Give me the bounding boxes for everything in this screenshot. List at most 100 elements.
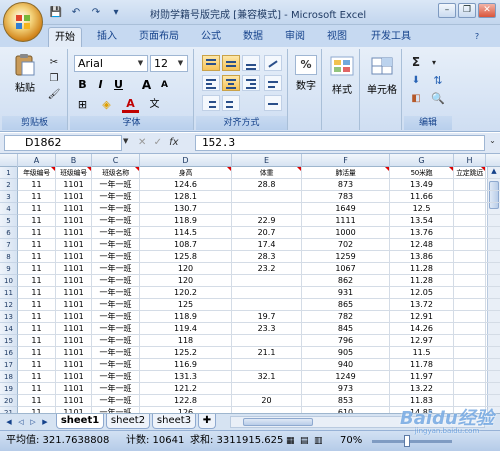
table-cell[interactable]: 940 (302, 359, 390, 371)
table-cell[interactable]: 862 (302, 275, 390, 287)
row-header[interactable]: 1 (0, 167, 18, 179)
align-center-button[interactable] (222, 75, 240, 91)
table-cell[interactable]: 9 (486, 239, 500, 251)
table-cell[interactable]: 13.22 (390, 383, 454, 395)
horizontal-scroll-thumb[interactable] (243, 418, 313, 426)
table-cell[interactable]: 12.91 (390, 311, 454, 323)
row-header[interactable]: 19 (0, 383, 18, 395)
find-select-icon[interactable]: 🔍 (430, 91, 446, 106)
table-cell[interactable]: 114.5 (140, 227, 232, 239)
column-header-C[interactable]: C (92, 154, 140, 167)
table-cell[interactable]: 2.6 (486, 179, 500, 191)
restore-button[interactable]: ❐ (458, 3, 476, 18)
row-header[interactable]: 9 (0, 263, 18, 275)
fill-color-icon[interactable]: ◈ (98, 97, 115, 113)
table-cell[interactable]: 11 (18, 239, 56, 251)
font-size-select[interactable]: 12 ▼ (150, 55, 188, 72)
row-header[interactable]: 4 (0, 203, 18, 215)
table-cell[interactable]: 11 (18, 203, 56, 215)
chevron-down-icon[interactable]: ▼ (123, 137, 128, 145)
zoom-slider[interactable] (372, 440, 452, 443)
table-cell[interactable]: 11 (18, 191, 56, 203)
table-cell[interactable]: 1101 (56, 227, 92, 239)
row-header[interactable]: 20 (0, 395, 18, 407)
table-cell[interactable]: 11.97 (390, 371, 454, 383)
align-bottom-button[interactable] (242, 55, 260, 71)
table-cell[interactable] (454, 323, 486, 335)
table-cell[interactable]: -5.6 (486, 323, 500, 335)
tab-insert[interactable]: 插入 (92, 27, 122, 47)
align-middle-button[interactable] (222, 55, 240, 71)
table-cell[interactable] (232, 299, 302, 311)
table-cell[interactable]: 一年一班 (92, 335, 140, 347)
table-cell[interactable] (454, 275, 486, 287)
table-cell[interactable] (232, 335, 302, 347)
orientation-button[interactable] (264, 55, 282, 71)
table-cell[interactable]: 11.28 (390, 263, 454, 275)
insert-function-icon[interactable]: fx (169, 137, 178, 148)
next-sheet-icon[interactable]: ▷ (28, 416, 38, 428)
table-cell[interactable]: 11 (18, 179, 56, 191)
tab-view[interactable]: 视图 (322, 27, 352, 47)
increase-indent-button[interactable] (222, 95, 240, 111)
page-layout-view-icon[interactable]: ▤ (300, 434, 309, 448)
row-header[interactable]: 18 (0, 371, 18, 383)
table-cell[interactable]: 13.86 (390, 251, 454, 263)
table-cell[interactable]: 120 (140, 275, 232, 287)
table-cell[interactable]: 11.8 (486, 347, 500, 359)
table-cell[interactable]: 4.3 (486, 215, 500, 227)
table-cell[interactable]: 1101 (56, 359, 92, 371)
close-button[interactable]: ✕ (478, 3, 496, 18)
table-cell[interactable]: 1101 (56, 275, 92, 287)
table-cell[interactable]: 11 (18, 335, 56, 347)
cut-icon[interactable]: ✂ (46, 55, 62, 70)
table-cell[interactable]: 1067 (302, 263, 390, 275)
prev-sheet-icon[interactable]: ◁ (16, 416, 26, 428)
table-cell[interactable]: 11.28 (390, 275, 454, 287)
table-cell[interactable] (232, 203, 302, 215)
table-cell[interactable] (454, 239, 486, 251)
font-name-select[interactable]: Arial ▼ (74, 55, 148, 72)
table-cell[interactable]: 120 (140, 263, 232, 275)
row-header[interactable]: 5 (0, 215, 18, 227)
row-header[interactable]: 16 (0, 347, 18, 359)
column-header-G[interactable]: G (390, 154, 454, 167)
table-cell[interactable]: 125.2 (140, 347, 232, 359)
table-cell[interactable]: 21.1 (232, 347, 302, 359)
number-format-button[interactable]: % 数字 (292, 55, 320, 92)
table-cell[interactable]: 28.3 (232, 251, 302, 263)
sheet-tab-sheet2[interactable]: sheet2 (106, 414, 150, 429)
format-painter-icon[interactable]: 🖌 (46, 87, 62, 102)
table-cell[interactable] (232, 287, 302, 299)
table-cell[interactable]: 4.7 (486, 227, 500, 239)
table-cell[interactable]: 11 (18, 395, 56, 407)
table-cell[interactable]: 120.2 (140, 287, 232, 299)
normal-view-icon[interactable]: ▦ (286, 434, 295, 448)
header-cell[interactable]: 肺活量 (302, 167, 390, 179)
table-cell[interactable]: 13.49 (390, 179, 454, 191)
minimize-button[interactable]: – (438, 3, 456, 18)
table-cell[interactable]: 1101 (56, 191, 92, 203)
zoom-level[interactable]: 70% (340, 434, 362, 448)
table-cell[interactable]: 一年一班 (92, 359, 140, 371)
header-cell[interactable]: 50米跑 (390, 167, 454, 179)
table-cell[interactable]: 118 (140, 335, 232, 347)
tab-home[interactable]: 开始 (48, 27, 82, 47)
row-header[interactable]: 13 (0, 311, 18, 323)
align-left-button[interactable] (202, 75, 220, 91)
italic-button[interactable]: I (92, 77, 109, 93)
table-cell[interactable]: 125.8 (140, 251, 232, 263)
table-cell[interactable]: 12 (486, 275, 500, 287)
tab-developer[interactable]: 开发工具 (364, 27, 418, 47)
customize-icon[interactable]: ▾ (108, 5, 124, 20)
table-cell[interactable]: 931 (302, 287, 390, 299)
table-cell[interactable]: 1259 (302, 251, 390, 263)
table-cell[interactable]: 12.48 (390, 239, 454, 251)
table-cell[interactable]: 12.97 (390, 335, 454, 347)
page-break-view-icon[interactable]: ▥ (314, 434, 323, 448)
table-cell[interactable] (454, 383, 486, 395)
table-cell[interactable]: 873 (302, 179, 390, 191)
align-top-button[interactable] (202, 55, 220, 71)
shrink-font-button[interactable]: A (156, 77, 173, 93)
table-cell[interactable]: 130.7 (140, 203, 232, 215)
